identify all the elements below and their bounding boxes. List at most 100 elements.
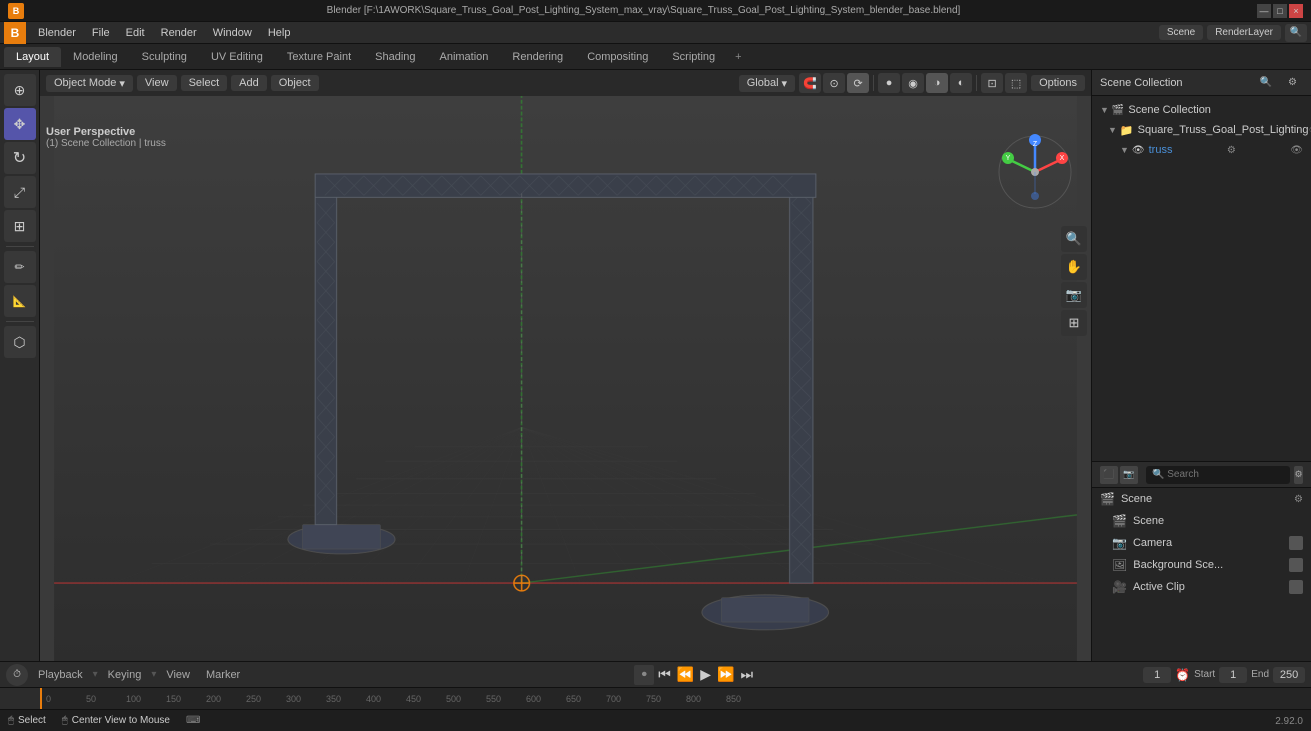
camera-color-chip xyxy=(1289,536,1303,550)
playback-menu-button[interactable]: Playback xyxy=(32,667,89,683)
start-label: Start xyxy=(1194,669,1215,680)
prop-row-bg-scene[interactable]: 🖼 Background Sce... xyxy=(1092,554,1311,576)
xray-button[interactable]: ⬚ xyxy=(1005,73,1027,93)
tab-add-button[interactable]: + xyxy=(727,47,749,67)
jump-to-end-button[interactable]: ⏭ xyxy=(739,666,756,683)
tab-sculpting[interactable]: Sculpting xyxy=(130,47,199,67)
options-button[interactable]: Options xyxy=(1031,75,1085,91)
prop-row-camera[interactable]: 📷 Camera xyxy=(1092,532,1311,554)
view-menu-button[interactable]: View xyxy=(137,75,177,91)
transform-button[interactable]: ⟳ xyxy=(847,73,869,93)
menu-file[interactable]: File xyxy=(84,25,118,41)
add-menu-button[interactable]: Add xyxy=(231,75,267,91)
view-menu-bottom-button[interactable]: View xyxy=(160,667,196,683)
close-button[interactable]: × xyxy=(1289,4,1303,18)
tab-scripting[interactable]: Scripting xyxy=(660,47,727,67)
timeline-inner[interactable]: 0 50 100 150 200 250 300 350 400 450 500… xyxy=(40,688,1311,709)
zoom-in-button[interactable]: 🔍 xyxy=(1061,226,1087,252)
props-icon-1[interactable]: ⬛ xyxy=(1100,466,1118,484)
scene-svg xyxy=(40,96,1091,661)
hand-button[interactable]: ✋ xyxy=(1061,254,1087,280)
next-frame-button[interactable]: ⏩ xyxy=(715,666,736,683)
tree-collection-item[interactable]: ▼ 📁 Square_Truss_Goal_Post_Lighting 👁 xyxy=(1092,120,1311,140)
object-mode-dropdown[interactable]: Object Mode ▾ xyxy=(46,75,133,92)
play-button[interactable]: ▶ xyxy=(698,666,713,683)
tree-vis-3[interactable]: 👁 xyxy=(1290,145,1303,156)
tab-texture-paint[interactable]: Texture Paint xyxy=(275,47,363,67)
render-mode-solid[interactable]: ● xyxy=(878,73,900,93)
tab-uv-editing[interactable]: UV Editing xyxy=(199,47,275,67)
snap-button[interactable]: 🧲 xyxy=(799,73,821,93)
measure-tool-button[interactable]: 📐 xyxy=(4,285,36,317)
rotate-tool-button[interactable]: ↻ xyxy=(4,142,36,174)
object-menu-button[interactable]: Object xyxy=(271,75,319,91)
scene-prop-settings[interactable]: ⚙ xyxy=(1294,494,1303,505)
viewport-icon-buttons: 🧲 ⊙ ⟳ ● ◉ ◑ ◐ ⊡ ⬚ xyxy=(799,73,1027,93)
record-button[interactable]: ⏺ xyxy=(634,665,654,685)
tab-rendering[interactable]: Rendering xyxy=(500,47,575,67)
tree-vis-2[interactable]: ⚙ xyxy=(1227,145,1236,156)
end-frame-input[interactable]: 250 xyxy=(1273,667,1305,683)
prop-row-scene[interactable]: 🎬 Scene ⚙ xyxy=(1092,488,1311,510)
toolbar-separator-2 xyxy=(6,321,34,322)
current-frame-display[interactable]: 1 xyxy=(1143,667,1171,683)
frame-num-500: 500 xyxy=(446,694,486,704)
maximize-button[interactable]: □ xyxy=(1273,4,1287,18)
global-dropdown[interactable]: Global ▾ xyxy=(739,75,795,92)
minimize-button[interactable]: — xyxy=(1257,4,1271,18)
tree-root-collection[interactable]: ▼ 🎬 Scene Collection xyxy=(1092,100,1311,120)
prop-row-active-clip[interactable]: 🎥 Active Clip xyxy=(1092,576,1311,598)
prop-row-scene-2[interactable]: 🎬 Scene xyxy=(1092,510,1311,532)
scene-selector[interactable]: Scene xyxy=(1159,25,1203,40)
tab-compositing[interactable]: Compositing xyxy=(575,47,660,67)
titlebar-controls: — □ × xyxy=(1257,4,1303,18)
grid-button[interactable]: ⊞ xyxy=(1061,310,1087,336)
tab-shading[interactable]: Shading xyxy=(363,47,427,67)
prev-frame-button[interactable]: ⏪ xyxy=(675,666,696,683)
camera-button[interactable]: 📷 xyxy=(1061,282,1087,308)
render-mode-wire[interactable]: ◉ xyxy=(902,73,924,93)
select-status: Select xyxy=(18,715,46,726)
scale-tool-button[interactable]: ⤢ xyxy=(4,176,36,208)
jump-to-start-button[interactable]: ⏮ xyxy=(656,666,673,683)
annotate-tool-button[interactable]: ✏ xyxy=(4,251,36,283)
scene-tree-options-button[interactable]: ⚙ xyxy=(1282,75,1303,90)
timeline-bar[interactable]: 0 50 100 150 200 250 300 350 400 450 500… xyxy=(0,687,1311,709)
overlay-button[interactable]: ⊡ xyxy=(981,73,1003,93)
tab-layout[interactable]: Layout xyxy=(4,47,61,67)
menu-render[interactable]: Render xyxy=(153,25,205,41)
start-frame-input[interactable]: 1 xyxy=(1219,667,1247,683)
props-icon-2[interactable]: 📷 xyxy=(1120,466,1138,484)
scene-canvas: User Perspective (1) Scene Collection | … xyxy=(40,96,1091,661)
cursor-tool-button[interactable]: ⊕ xyxy=(4,74,36,106)
select-menu-button[interactable]: Select xyxy=(181,75,228,91)
tree-object-item[interactable]: ▼ 👁 truss ⚙ 👁 xyxy=(1092,140,1311,160)
properties-filter-button[interactable]: ⚙ xyxy=(1294,466,1303,484)
scene-tree-filter-button[interactable]: 🔍 xyxy=(1254,75,1278,90)
properties-search[interactable] xyxy=(1146,466,1290,484)
collection-icon: 📁 xyxy=(1120,124,1134,137)
extra-tool-button[interactable]: ⬡ xyxy=(4,326,36,358)
tab-modeling[interactable]: Modeling xyxy=(61,47,130,67)
tab-animation[interactable]: Animation xyxy=(428,47,501,67)
timeline-mode-button[interactable]: ⏱ xyxy=(6,664,28,686)
menu-blender[interactable]: Blender xyxy=(30,25,84,41)
frame-num-200: 200 xyxy=(206,694,246,704)
render-mode-rendered[interactable]: ◐ xyxy=(950,73,972,93)
menu-window[interactable]: Window xyxy=(205,25,260,41)
render-mode-look[interactable]: ◑ xyxy=(926,73,948,93)
keying-menu-button[interactable]: Keying xyxy=(102,667,148,683)
status-mode-icon: ⌨ xyxy=(186,715,200,726)
search-button[interactable]: 🔍 xyxy=(1285,24,1307,42)
menu-help[interactable]: Help xyxy=(260,25,299,41)
marker-menu-button[interactable]: Marker xyxy=(200,667,246,683)
frame-num-550: 550 xyxy=(486,694,526,704)
viewport-gizmo[interactable]: Z X Y xyxy=(995,132,1075,212)
transform-tool-button[interactable]: ⊞ xyxy=(4,210,36,242)
menu-edit[interactable]: Edit xyxy=(118,25,153,41)
bottom-controls-bar: ⏱ Playback ▾ Keying ▾ View Marker ⏺ ⏮ ⏪ … xyxy=(0,661,1311,687)
viewport[interactable]: Object Mode ▾ View Select Add Object Glo… xyxy=(40,70,1091,661)
proportional-edit-button[interactable]: ⊙ xyxy=(823,73,845,93)
renderlayer-selector[interactable]: RenderLayer xyxy=(1207,25,1281,40)
move-tool-button[interactable]: ✥ xyxy=(4,108,36,140)
